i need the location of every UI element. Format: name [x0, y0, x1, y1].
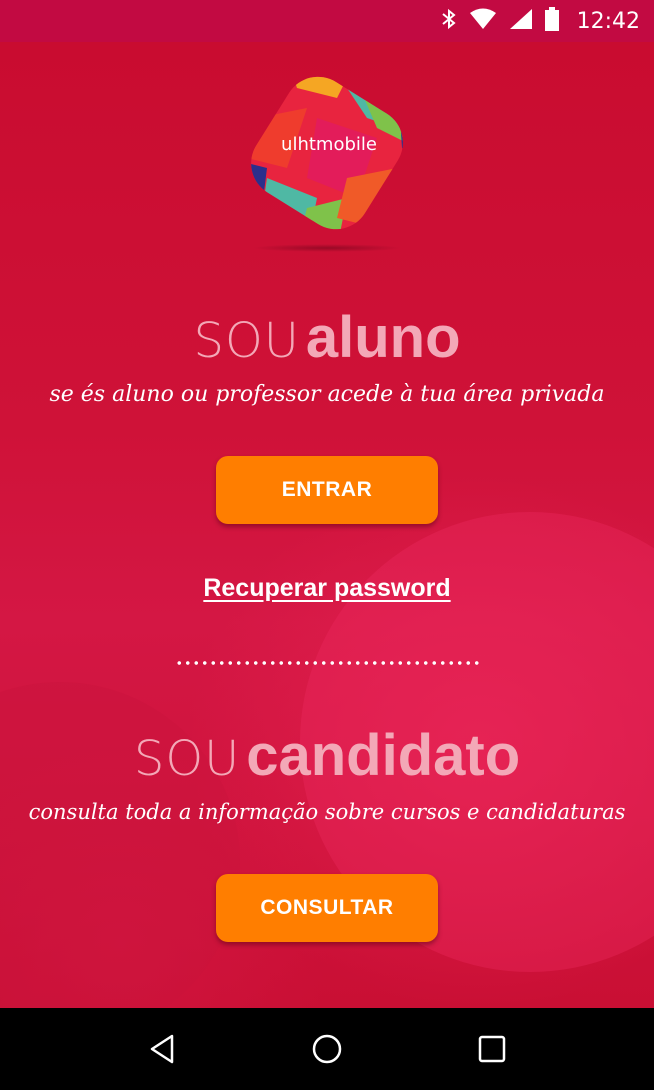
wifi-icon [469, 8, 497, 34]
candidate-heading: SOU candidato [0, 722, 654, 789]
student-heading: SOU aluno [0, 304, 654, 371]
status-icons: 12:42 [441, 7, 640, 35]
candidate-subtitle: consulta toda a informação sobre cursos … [28, 800, 626, 824]
student-subtitle: se és aluno ou professor acede à tua áre… [49, 382, 605, 407]
student-heading-bold: aluno [305, 305, 461, 370]
cellular-signal-icon [509, 8, 533, 34]
dotted-divider [175, 660, 481, 666]
clock: 12:42 [576, 8, 640, 34]
ulht-mobile-logo: ulhtmobile [227, 58, 427, 248]
home-icon[interactable] [297, 1019, 357, 1079]
battery-icon [544, 7, 559, 35]
back-icon[interactable] [132, 1019, 192, 1079]
status-bar: 12:42 [0, 0, 654, 42]
bluetooth-icon [441, 7, 457, 35]
logo-shadow [252, 244, 402, 252]
consult-button[interactable]: CONSULTAR [216, 874, 438, 942]
recents-icon[interactable] [462, 1019, 522, 1079]
navigation-bar [0, 1008, 654, 1090]
enter-button[interactable]: ENTRAR [216, 456, 438, 524]
candidate-heading-light: SOU [133, 731, 241, 787]
logo-text: ulhtmobile [281, 134, 377, 155]
recover-password-link[interactable]: Recuperar password [0, 574, 654, 603]
candidate-heading-bold: candidato [246, 723, 521, 788]
student-heading-light: SOU [193, 313, 300, 369]
